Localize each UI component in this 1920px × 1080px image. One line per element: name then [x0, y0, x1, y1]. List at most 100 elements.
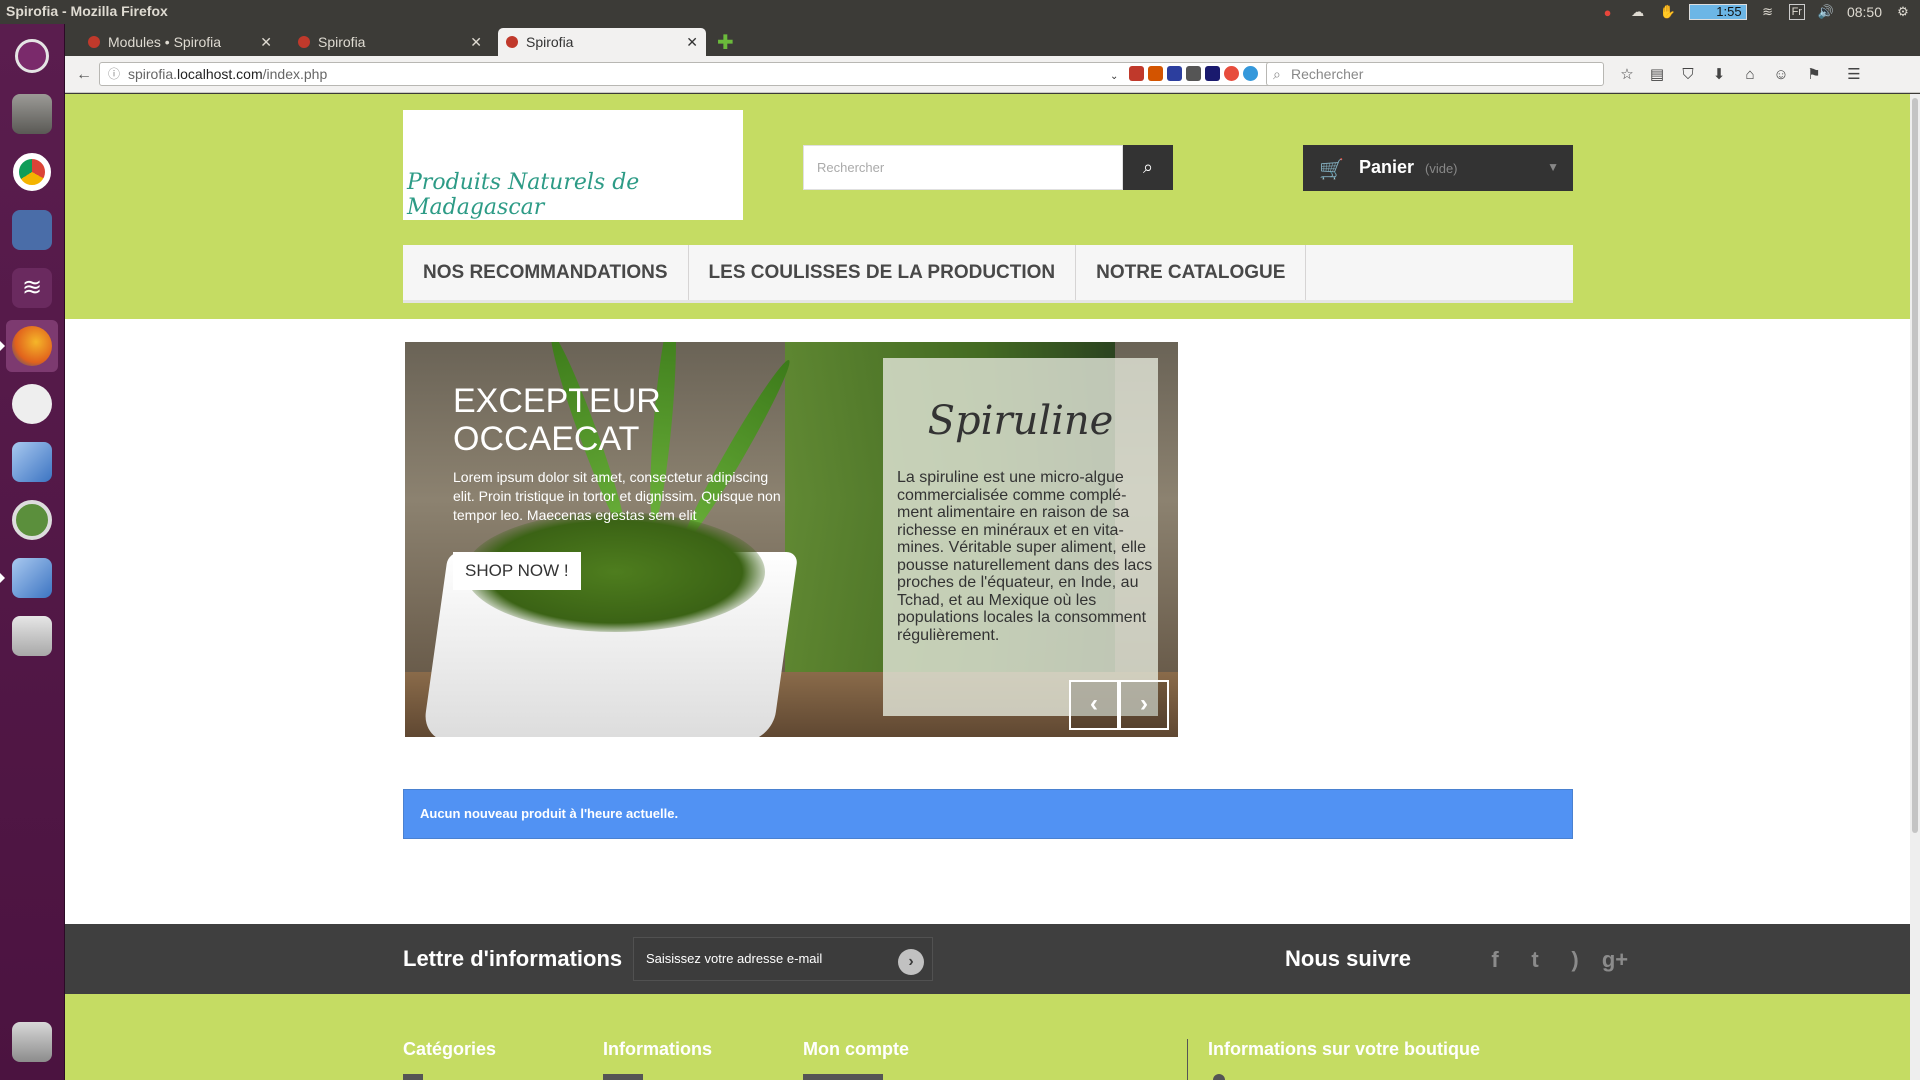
cart-label: Panier [1359, 157, 1415, 177]
menu-item-catalogue[interactable]: NOTRE CATALOGUE [1076, 245, 1307, 300]
favicon-icon [88, 36, 100, 48]
scrollbar-thumb[interactable] [1912, 98, 1918, 833]
close-tab-icon[interactable]: ✕ [260, 28, 272, 56]
main-menu: NOS RECOMMANDATIONS LES COULISSES DE LA … [403, 245, 1573, 303]
site-search-input[interactable]: Rechercher [803, 145, 1123, 190]
footer-link-stub [403, 1074, 423, 1080]
addon-orange-icon[interactable] [1148, 66, 1163, 81]
chrome-icon[interactable] [6, 146, 58, 198]
footer-location-icon [1213, 1074, 1225, 1080]
cart-icon: 🛒 [1319, 159, 1344, 181]
site-footer: Catégories Informations Mon compte Infor… [65, 994, 1910, 1080]
tab-bar: Modules • Spirofia ✕ Spirofia ✕ Spirofia… [65, 24, 1920, 56]
system-top-bar: Spirofia - Mozilla Firefox ● ☁ ✋ 1:55 ≋ … [0, 0, 1920, 24]
navigation-bar: ← ⓘ spirofia.localhost.com/index.php ⌄ ↻… [65, 56, 1920, 93]
reading-list-icon[interactable]: ▤ [1646, 64, 1668, 86]
files-icon[interactable] [6, 88, 58, 140]
tab-spirofia-1[interactable]: Spirofia ✕ [290, 28, 490, 56]
new-tab-plus-icon[interactable]: ✚ [717, 30, 734, 55]
info-title: Spiruline [927, 398, 1114, 444]
newsletter-submit-icon[interactable]: › [898, 949, 924, 975]
hand-tray-icon[interactable]: ✋ [1659, 3, 1677, 21]
settings-gear-icon[interactable]: ⚙ [1894, 3, 1912, 21]
close-tab-icon[interactable]: ✕ [470, 28, 482, 56]
rss-icon[interactable]: ) [1561, 946, 1589, 974]
addon-blue-icon[interactable] [1243, 66, 1258, 81]
wifi-icon[interactable]: ≋ [1759, 3, 1777, 21]
addon-gear-icon[interactable] [1186, 66, 1201, 81]
site-header: Produits Naturels de Madagascar Recherch… [65, 94, 1910, 319]
browser-search-box[interactable]: ⌕ Rechercher [1266, 62, 1604, 86]
tab-spirofia-active[interactable]: Spirofia ✕ [498, 28, 706, 56]
url-bar[interactable]: ⓘ spirofia.localhost.com/index.php ⌄ ↻ [99, 62, 1289, 86]
battery-indicator[interactable]: 1:55 [1688, 4, 1747, 20]
keyboard-layout[interactable]: Fr [1788, 4, 1805, 20]
chat-icon[interactable]: ☺ [1770, 64, 1792, 86]
search-icon: ⌕ [1142, 157, 1154, 177]
addon-php-icon[interactable] [1167, 66, 1182, 81]
facebook-icon[interactable]: f [1481, 946, 1509, 974]
spiruline-info-box: Spiruline La spiruline est une micro-alg… [883, 358, 1158, 716]
firefox-icon[interactable] [0, 320, 58, 372]
page-scrollbar[interactable] [1910, 94, 1920, 1080]
chrome-tray-icon[interactable]: ● [1599, 3, 1617, 21]
slider-next-button[interactable]: › [1119, 680, 1169, 730]
newsletter-title: Lettre d'informations [403, 946, 623, 971]
bookmark-star-icon[interactable]: ☆ [1616, 64, 1638, 86]
addon-red-icon[interactable] [1129, 66, 1144, 81]
unity-launcher: ≋ [0, 24, 65, 1080]
site-search-placeholder: Rechercher [817, 160, 885, 175]
menu-item-recommandations[interactable]: NOS RECOMMANDATIONS [403, 245, 689, 300]
slider-prev-button[interactable]: ‹ [1069, 680, 1119, 730]
trash-icon[interactable] [6, 1016, 58, 1068]
tab-label: Spirofia [318, 34, 366, 50]
cart-button[interactable]: 🛒 Panier (vide) ▼ [1303, 145, 1573, 191]
url-prefix: spirofia. [128, 66, 178, 82]
favicon-icon [298, 36, 310, 48]
back-arrow-icon[interactable]: ← [73, 64, 95, 86]
ubuntu-dash-icon[interactable] [6, 30, 58, 82]
site-search-button[interactable]: ⌕ [1123, 145, 1173, 190]
footer-informations-heading[interactable]: Informations [603, 1039, 712, 1060]
shop-now-button[interactable]: SHOP NOW ! [453, 552, 581, 590]
extensions-icon[interactable]: ⚑ [1803, 64, 1825, 86]
google-plus-icon[interactable]: g+ [1601, 946, 1629, 974]
footer-divider [1187, 1039, 1188, 1080]
addon-b-icon[interactable] [1205, 66, 1220, 81]
info-body: La spiruline est une micro-algue commerc… [897, 469, 1153, 644]
dropdown-chevron-icon[interactable]: ⌄ [1110, 66, 1125, 82]
slide-text: Lorem ipsum dolor sit amet, consectetur … [453, 469, 781, 523]
footer-categories-heading[interactable]: Catégories [403, 1039, 496, 1060]
site-logo[interactable]: Produits Naturels de Madagascar [403, 110, 743, 220]
footer-account-heading[interactable]: Mon compte [803, 1039, 909, 1060]
browser-search-placeholder: Rechercher [1291, 66, 1364, 82]
cloud-tray-icon[interactable]: ☁ [1629, 3, 1647, 21]
box-app-icon[interactable] [6, 436, 58, 488]
volume-icon[interactable]: 🔊 [1817, 3, 1835, 21]
url-host: localhost.com [177, 66, 263, 82]
cloud-app-icon[interactable] [6, 378, 58, 430]
hamburger-menu-icon[interactable]: ☰ [1843, 64, 1865, 86]
software-updater-icon[interactable] [6, 494, 58, 546]
box-app-2-icon[interactable] [0, 552, 58, 604]
tab-label: Modules • Spirofia [108, 34, 222, 50]
screenshot-search-icon[interactable] [6, 204, 58, 256]
footer-store-info-heading: Informations sur votre boutique [1208, 1039, 1481, 1059]
twitter-icon[interactable]: t [1521, 946, 1549, 974]
wifi-launcher-icon[interactable]: ≋ [6, 262, 58, 314]
homepage-slider: EXCEPTEUR OCCAECAT Lorem ipsum dolor sit… [405, 342, 1178, 737]
web-page: Produits Naturels de Madagascar Recherch… [65, 94, 1910, 1080]
info-icon[interactable]: ⓘ [108, 63, 120, 85]
close-tab-icon[interactable]: ✕ [686, 28, 698, 56]
home-icon[interactable]: ⌂ [1739, 64, 1761, 86]
newsletter-placeholder: Saisissez votre adresse e-mail [646, 951, 823, 966]
no-new-products-alert: Aucun nouveau produit à l'heure actuelle… [403, 789, 1573, 839]
disk-icon[interactable] [6, 610, 58, 662]
pocket-icon[interactable]: ⛉ [1677, 64, 1699, 86]
download-icon[interactable]: ⬇ [1708, 64, 1730, 86]
clock[interactable]: 08:50 [1847, 4, 1882, 20]
menu-item-coulisses[interactable]: LES COULISSES DE LA PRODUCTION [689, 245, 1077, 300]
addon-circle-icon[interactable] [1224, 66, 1239, 81]
newsletter-email-input[interactable]: Saisissez votre adresse e-mail [633, 937, 933, 981]
tab-modules[interactable]: Modules • Spirofia ✕ [80, 28, 280, 56]
